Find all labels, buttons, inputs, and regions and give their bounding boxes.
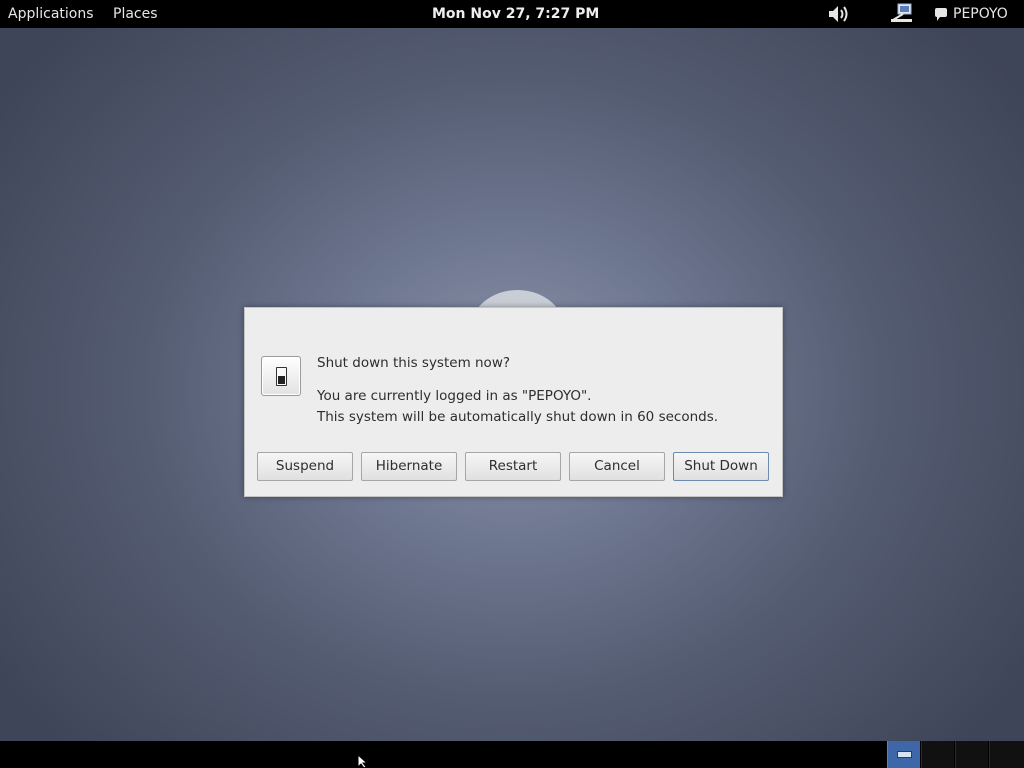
power-switch-icon — [261, 356, 301, 396]
bottom-panel — [0, 741, 1024, 768]
user-menu[interactable]: PEPOYO — [935, 0, 1008, 28]
switch-toggle-graphic — [276, 367, 287, 386]
cancel-button[interactable]: Cancel — [569, 452, 665, 481]
workspace-4[interactable] — [989, 741, 1024, 768]
shutdown-dialog: Shut down this system now? You are curre… — [244, 307, 783, 497]
user-name: PEPOYO — [953, 6, 1008, 22]
workspace-2[interactable] — [921, 741, 954, 768]
clock[interactable]: Mon Nov 27, 7:27 PM — [432, 0, 599, 28]
chat-bubble-icon — [935, 8, 947, 21]
network-wired-icon-graphic — [891, 3, 912, 22]
dialog-heading: Shut down this system now? — [317, 355, 511, 371]
applications-menu[interactable]: Applications — [8, 0, 94, 28]
network-wired-icon[interactable] — [889, 0, 915, 28]
places-menu[interactable]: Places — [113, 0, 158, 28]
workspace-3[interactable] — [955, 741, 988, 768]
restart-button[interactable]: Restart — [465, 452, 561, 481]
mouse-pointer-icon-graphic — [357, 754, 369, 768]
top-panel: Applications Places Mon Nov 27, 7:27 PM … — [0, 0, 1024, 28]
workspace-1[interactable] — [887, 741, 920, 768]
speaker-volume-icon-graphic — [829, 6, 848, 22]
window-thumbnail — [897, 751, 912, 758]
shut-down-button[interactable]: Shut Down — [673, 452, 769, 481]
hibernate-button[interactable]: Hibernate — [361, 452, 457, 481]
dialog-logged-in-text: You are currently logged in as "PEPOYO". — [317, 388, 592, 404]
dialog-countdown-text: This system will be automatically shut d… — [317, 409, 719, 425]
suspend-button[interactable]: Suspend — [257, 452, 353, 481]
speaker-volume-icon[interactable] — [826, 0, 854, 28]
